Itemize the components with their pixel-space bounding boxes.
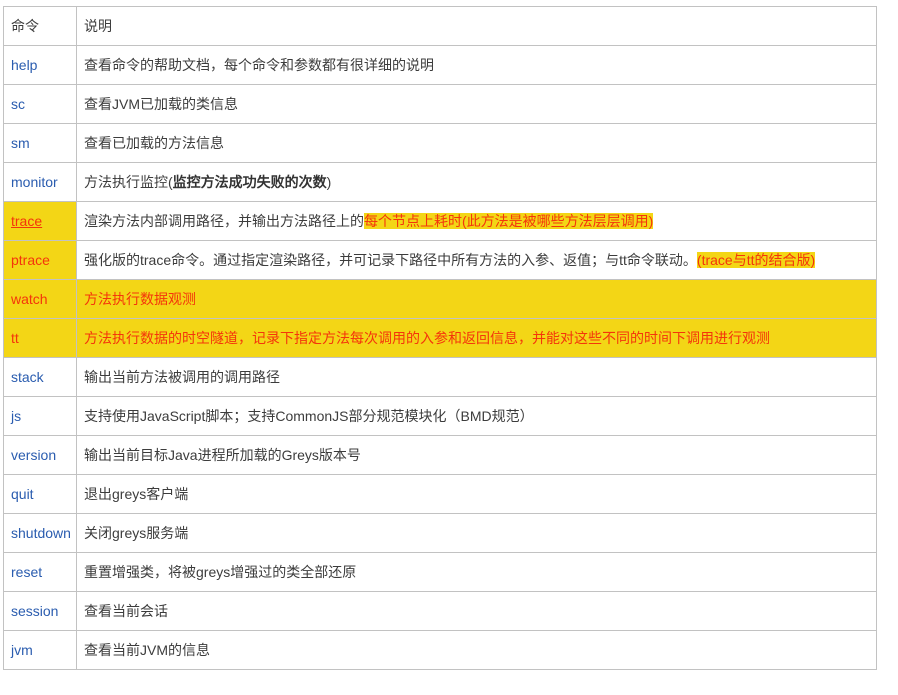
column-header-command: 命令 <box>3 6 77 46</box>
column-header-description: 说明 <box>76 6 877 46</box>
description-cell: 查看命令的帮助文档，每个命令和参数都有很详细的说明 <box>76 45 877 85</box>
command-link-reset[interactable]: reset <box>11 564 42 580</box>
command-cell: version <box>3 435 77 475</box>
command-link-monitor[interactable]: monitor <box>11 174 58 190</box>
command-link-version[interactable]: version <box>11 447 56 463</box>
description-text: 重置增强类，将被greys增强过的类全部还原 <box>84 564 357 580</box>
description-text: 方法执行监控( <box>84 174 173 190</box>
table-row: js 支持使用JavaScript脚本；支持CommonJS部分规范模块化（BMD… <box>3 396 877 436</box>
command-link-shutdown[interactable]: shutdown <box>11 525 71 541</box>
table-row: sc 查看JVM已加载的类信息 <box>3 84 877 124</box>
description-text: 渲染方法内部调用路径，并输出方法路径上的 <box>84 213 364 229</box>
command-link-quit[interactable]: quit <box>11 486 34 502</box>
table-row: trace 渲染方法内部调用路径，并输出方法路径上的每个节点上耗时(此方法是被哪些… <box>3 201 877 241</box>
description-cell: 查看当前会话 <box>76 591 877 631</box>
command-cell: jvm <box>3 630 77 670</box>
table-row: stack 输出当前方法被调用的调用路径 <box>3 357 877 397</box>
description-text: 方法执行数据的时空隧道，记录下指定方法每次调用的入参和返回信息，并能对这些不同的… <box>84 330 770 346</box>
description-cell: 输出当前目标Java进程所加载的Greys版本号 <box>76 435 877 475</box>
table-row: help 查看命令的帮助文档，每个命令和参数都有很详细的说明 <box>3 45 877 85</box>
table-row: session 查看当前会话 <box>3 591 877 631</box>
description-text: 方法执行数据观测 <box>84 291 196 307</box>
description-cell: 方法执行数据的时空隧道，记录下指定方法每次调用的入参和返回信息，并能对这些不同的… <box>76 318 877 358</box>
description-cell: 查看JVM已加载的类信息 <box>76 84 877 124</box>
description-text: 支持使用JavaScript脚本；支持CommonJS部分规范模块化（BMD规范… <box>84 408 534 424</box>
command-cell: sc <box>3 84 77 124</box>
command-cell: quit <box>3 474 77 514</box>
command-link-trace[interactable]: trace <box>11 213 42 229</box>
description-cell: 渲染方法内部调用路径，并输出方法路径上的每个节点上耗时(此方法是被哪些方法层层调… <box>76 201 877 241</box>
description-cell: 方法执行数据观测 <box>76 279 877 319</box>
description-text: 查看当前会话 <box>84 603 168 619</box>
table-row: version 输出当前目标Java进程所加载的Greys版本号 <box>3 435 877 475</box>
command-link-js[interactable]: js <box>11 408 21 424</box>
description-text: 查看当前JVM的信息 <box>84 642 210 658</box>
table-row: watch 方法执行数据观测 <box>3 279 877 319</box>
description-text: 关闭greys服务端 <box>84 525 189 541</box>
table-row: shutdown 关闭greys服务端 <box>3 513 877 553</box>
table-row: monitor 方法执行监控(监控方法成功失败的次数) <box>3 162 877 202</box>
description-cell: 强化版的trace命令。通过指定渲染路径，并可记录下路径中所有方法的入参、返值；… <box>76 240 877 280</box>
command-link-help[interactable]: help <box>11 57 37 73</box>
command-link-sc[interactable]: sc <box>11 96 25 112</box>
description-cell: 查看已加载的方法信息 <box>76 123 877 163</box>
command-link-stack[interactable]: stack <box>11 369 44 385</box>
table-row: reset 重置增强类，将被greys增强过的类全部还原 <box>3 552 877 592</box>
command-cell: session <box>3 591 77 631</box>
command-link-jvm[interactable]: jvm <box>11 642 33 658</box>
description-text: ) <box>326 174 332 190</box>
description-text: 输出当前目标Java进程所加载的Greys版本号 <box>84 447 361 463</box>
description-cell: 查看当前JVM的信息 <box>76 630 877 670</box>
description-text: 输出当前方法被调用的调用路径 <box>84 369 280 385</box>
command-cell: trace <box>3 201 77 241</box>
command-cell: monitor <box>3 162 77 202</box>
command-link-tt[interactable]: tt <box>11 330 19 346</box>
table-row: ptrace 强化版的trace命令。通过指定渲染路径，并可记录下路径中所有方法的… <box>3 240 877 280</box>
command-cell: help <box>3 45 77 85</box>
command-cell: tt <box>3 318 77 358</box>
command-cell: sm <box>3 123 77 163</box>
command-link-session[interactable]: session <box>11 603 58 619</box>
description-text: 查看JVM已加载的类信息 <box>84 96 238 112</box>
command-cell: watch <box>3 279 77 319</box>
command-cell: ptrace <box>3 240 77 280</box>
table-row: tt 方法执行数据的时空隧道，记录下指定方法每次调用的入参和返回信息，并能对这些不… <box>3 318 877 358</box>
description-cell: 方法执行监控(监控方法成功失败的次数) <box>76 162 877 202</box>
description-text: 强化版的trace命令。通过指定渲染路径，并可记录下路径中所有方法的入参、返值；… <box>84 252 697 268</box>
command-link-sm[interactable]: sm <box>11 135 30 151</box>
table-row: sm 查看已加载的方法信息 <box>3 123 877 163</box>
command-link-watch[interactable]: watch <box>11 291 48 307</box>
table-row: jvm 查看当前JVM的信息 <box>3 630 877 670</box>
command-table: 命令 说明 help 查看命令的帮助文档，每个命令和参数都有很详细的说明 sc 查看J… <box>3 6 877 670</box>
command-cell: js <box>3 396 77 436</box>
description-text: 查看命令的帮助文档，每个命令和参数都有很详细的说明 <box>84 57 434 73</box>
command-cell: reset <box>3 552 77 592</box>
command-cell: stack <box>3 357 77 397</box>
description-text: 监控方法成功失败的次数 <box>172 174 327 190</box>
description-cell: 退出greys客户端 <box>76 474 877 514</box>
command-link-ptrace[interactable]: ptrace <box>11 252 50 268</box>
description-cell: 重置增强类，将被greys增强过的类全部还原 <box>76 552 877 592</box>
description-text: 每个节点上耗时(此方法是被哪些方法层层调用) <box>364 213 654 229</box>
description-text: 退出greys客户端 <box>84 486 189 502</box>
table-row: quit 退出greys客户端 <box>3 474 877 514</box>
description-text: (trace与tt的结合版) <box>696 252 816 268</box>
description-cell: 输出当前方法被调用的调用路径 <box>76 357 877 397</box>
description-cell: 关闭greys服务端 <box>76 513 877 553</box>
description-text: 查看已加载的方法信息 <box>84 135 224 151</box>
header-row: 命令 说明 <box>3 6 877 46</box>
command-cell: shutdown <box>3 513 77 553</box>
description-cell: 支持使用JavaScript脚本；支持CommonJS部分规范模块化（BMD规范… <box>76 396 877 436</box>
